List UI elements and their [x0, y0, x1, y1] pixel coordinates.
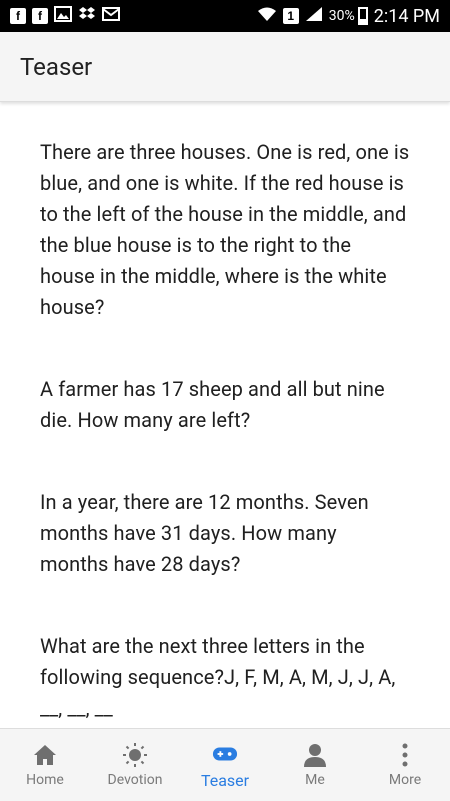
facebook-icon: f	[32, 8, 48, 24]
signal-icon	[305, 6, 323, 27]
app-bar: Teaser	[0, 32, 450, 102]
teaser-question[interactable]: There are three houses. One is red, one …	[40, 137, 410, 323]
system-status: 1 30% 2:14 PM	[257, 6, 440, 27]
nav-item-teaser[interactable]: Teaser	[185, 729, 265, 801]
clock: 2:14 PM	[373, 5, 440, 27]
person-icon	[302, 742, 328, 768]
page-title: Teaser	[20, 52, 93, 81]
battery-icon	[357, 7, 368, 25]
sim-slot-badge: 1	[282, 8, 299, 24]
sun-icon	[122, 742, 148, 768]
nav-label-devotion: Devotion	[107, 772, 163, 788]
home-icon	[32, 742, 58, 768]
nav-item-more[interactable]: More	[365, 729, 445, 801]
nav-item-home[interactable]: Home	[5, 729, 85, 801]
nav-label-teaser: Teaser	[200, 770, 250, 790]
nav-label-more: More	[388, 772, 422, 788]
teaser-list[interactable]: There are three houses. One is red, one …	[0, 104, 450, 728]
status-bar: f f 1 30% 2:14 PM	[0, 0, 450, 32]
teaser-question[interactable]: What are the next three letters in the f…	[40, 631, 410, 724]
wifi-icon	[257, 6, 277, 27]
image-icon	[54, 6, 72, 26]
mail-icon	[102, 6, 122, 26]
notification-icons: f f	[10, 6, 122, 26]
gamepad-icon	[212, 741, 238, 767]
bottom-nav: Home Devotion Teaser Me More	[0, 728, 450, 801]
battery-percent: 30%	[328, 8, 355, 24]
dropbox-icon	[78, 6, 96, 26]
teaser-question[interactable]: In a year, there are 12 months. Seven mo…	[40, 487, 410, 580]
teaser-question[interactable]: A farmer has 17 sheep and all but nine d…	[40, 374, 410, 436]
more-vert-icon	[392, 742, 418, 768]
facebook-icon: f	[10, 8, 26, 24]
nav-label-home: Home	[26, 772, 64, 788]
nav-label-me: Me	[305, 772, 325, 788]
nav-item-devotion[interactable]: Devotion	[95, 729, 175, 801]
nav-item-me[interactable]: Me	[275, 729, 355, 801]
battery-indicator: 30%	[329, 7, 368, 25]
